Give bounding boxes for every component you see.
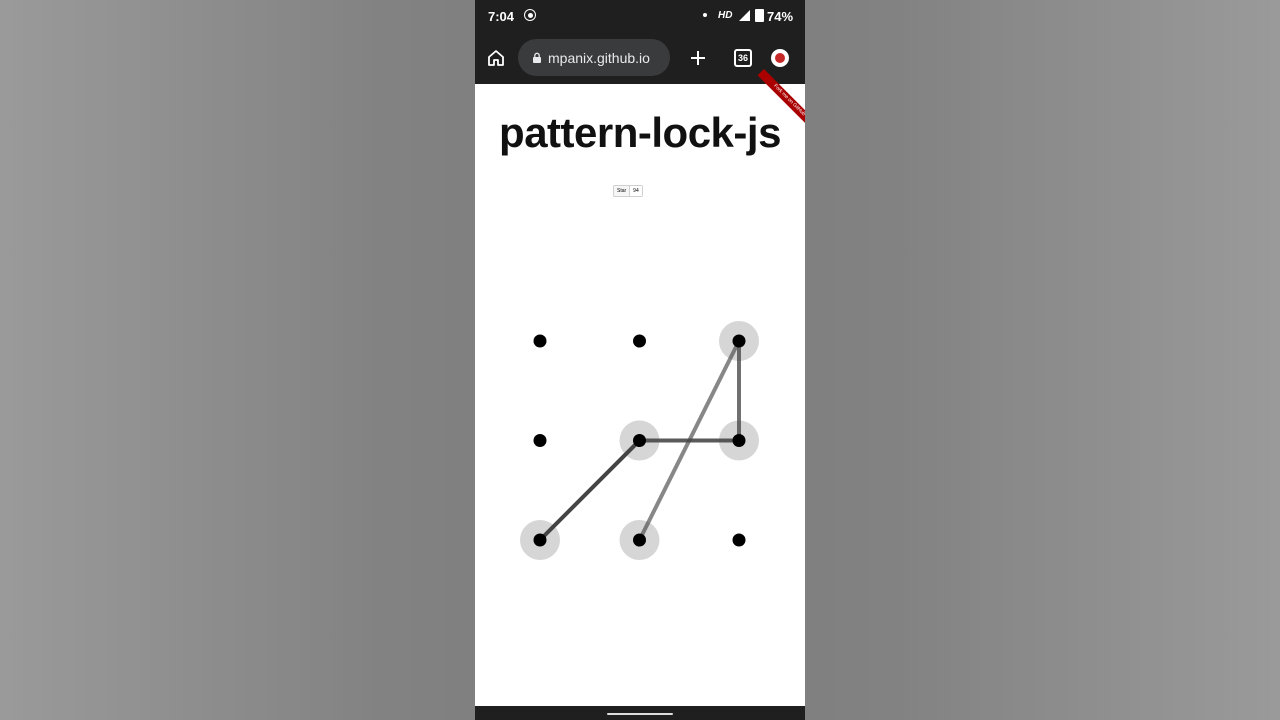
pattern-line [538, 438, 642, 542]
pattern-dot[interactable] [633, 334, 646, 348]
pattern-dot[interactable] [732, 533, 746, 547]
home-icon[interactable] [486, 48, 506, 68]
status-time: 7:04 [488, 9, 515, 24]
pattern-dot[interactable] [533, 434, 547, 447]
phone-screen: 7:04 HD 74% mpanix.github.io 36 Fork me … [475, 0, 805, 720]
battery-icon [755, 9, 764, 22]
gesture-handle[interactable] [607, 713, 673, 715]
lock-icon [533, 52, 541, 63]
tab-switcher-button[interactable]: 36 [734, 49, 752, 67]
signal-icon [739, 10, 750, 21]
browser-toolbar: mpanix.github.io 36 [475, 32, 805, 84]
screen-record-icon [524, 9, 536, 21]
web-content: Fork me on GitHub pattern-lock-js Star 9… [475, 69, 805, 706]
network-type: HD [718, 10, 733, 21]
status-bar: 7:04 HD 74% [475, 0, 805, 32]
pattern-lock[interactable] [475, 84, 805, 706]
url-text: mpanix.github.io [548, 50, 650, 66]
new-tab-icon[interactable] [689, 49, 707, 67]
pattern-dot-selected[interactable] [533, 533, 547, 547]
pattern-dot-selected[interactable] [732, 434, 746, 447]
battery-level: 74% [767, 9, 794, 24]
address-bar[interactable]: mpanix.github.io [518, 39, 670, 76]
pattern-dot-selected[interactable] [633, 533, 646, 547]
pattern-dot[interactable] [533, 334, 547, 348]
profile-icon[interactable] [771, 49, 789, 67]
pattern-dot-selected[interactable] [732, 334, 746, 348]
navigation-bar [475, 706, 805, 720]
pattern-dot-selected[interactable] [633, 434, 646, 447]
notification-dot-icon [703, 13, 707, 17]
